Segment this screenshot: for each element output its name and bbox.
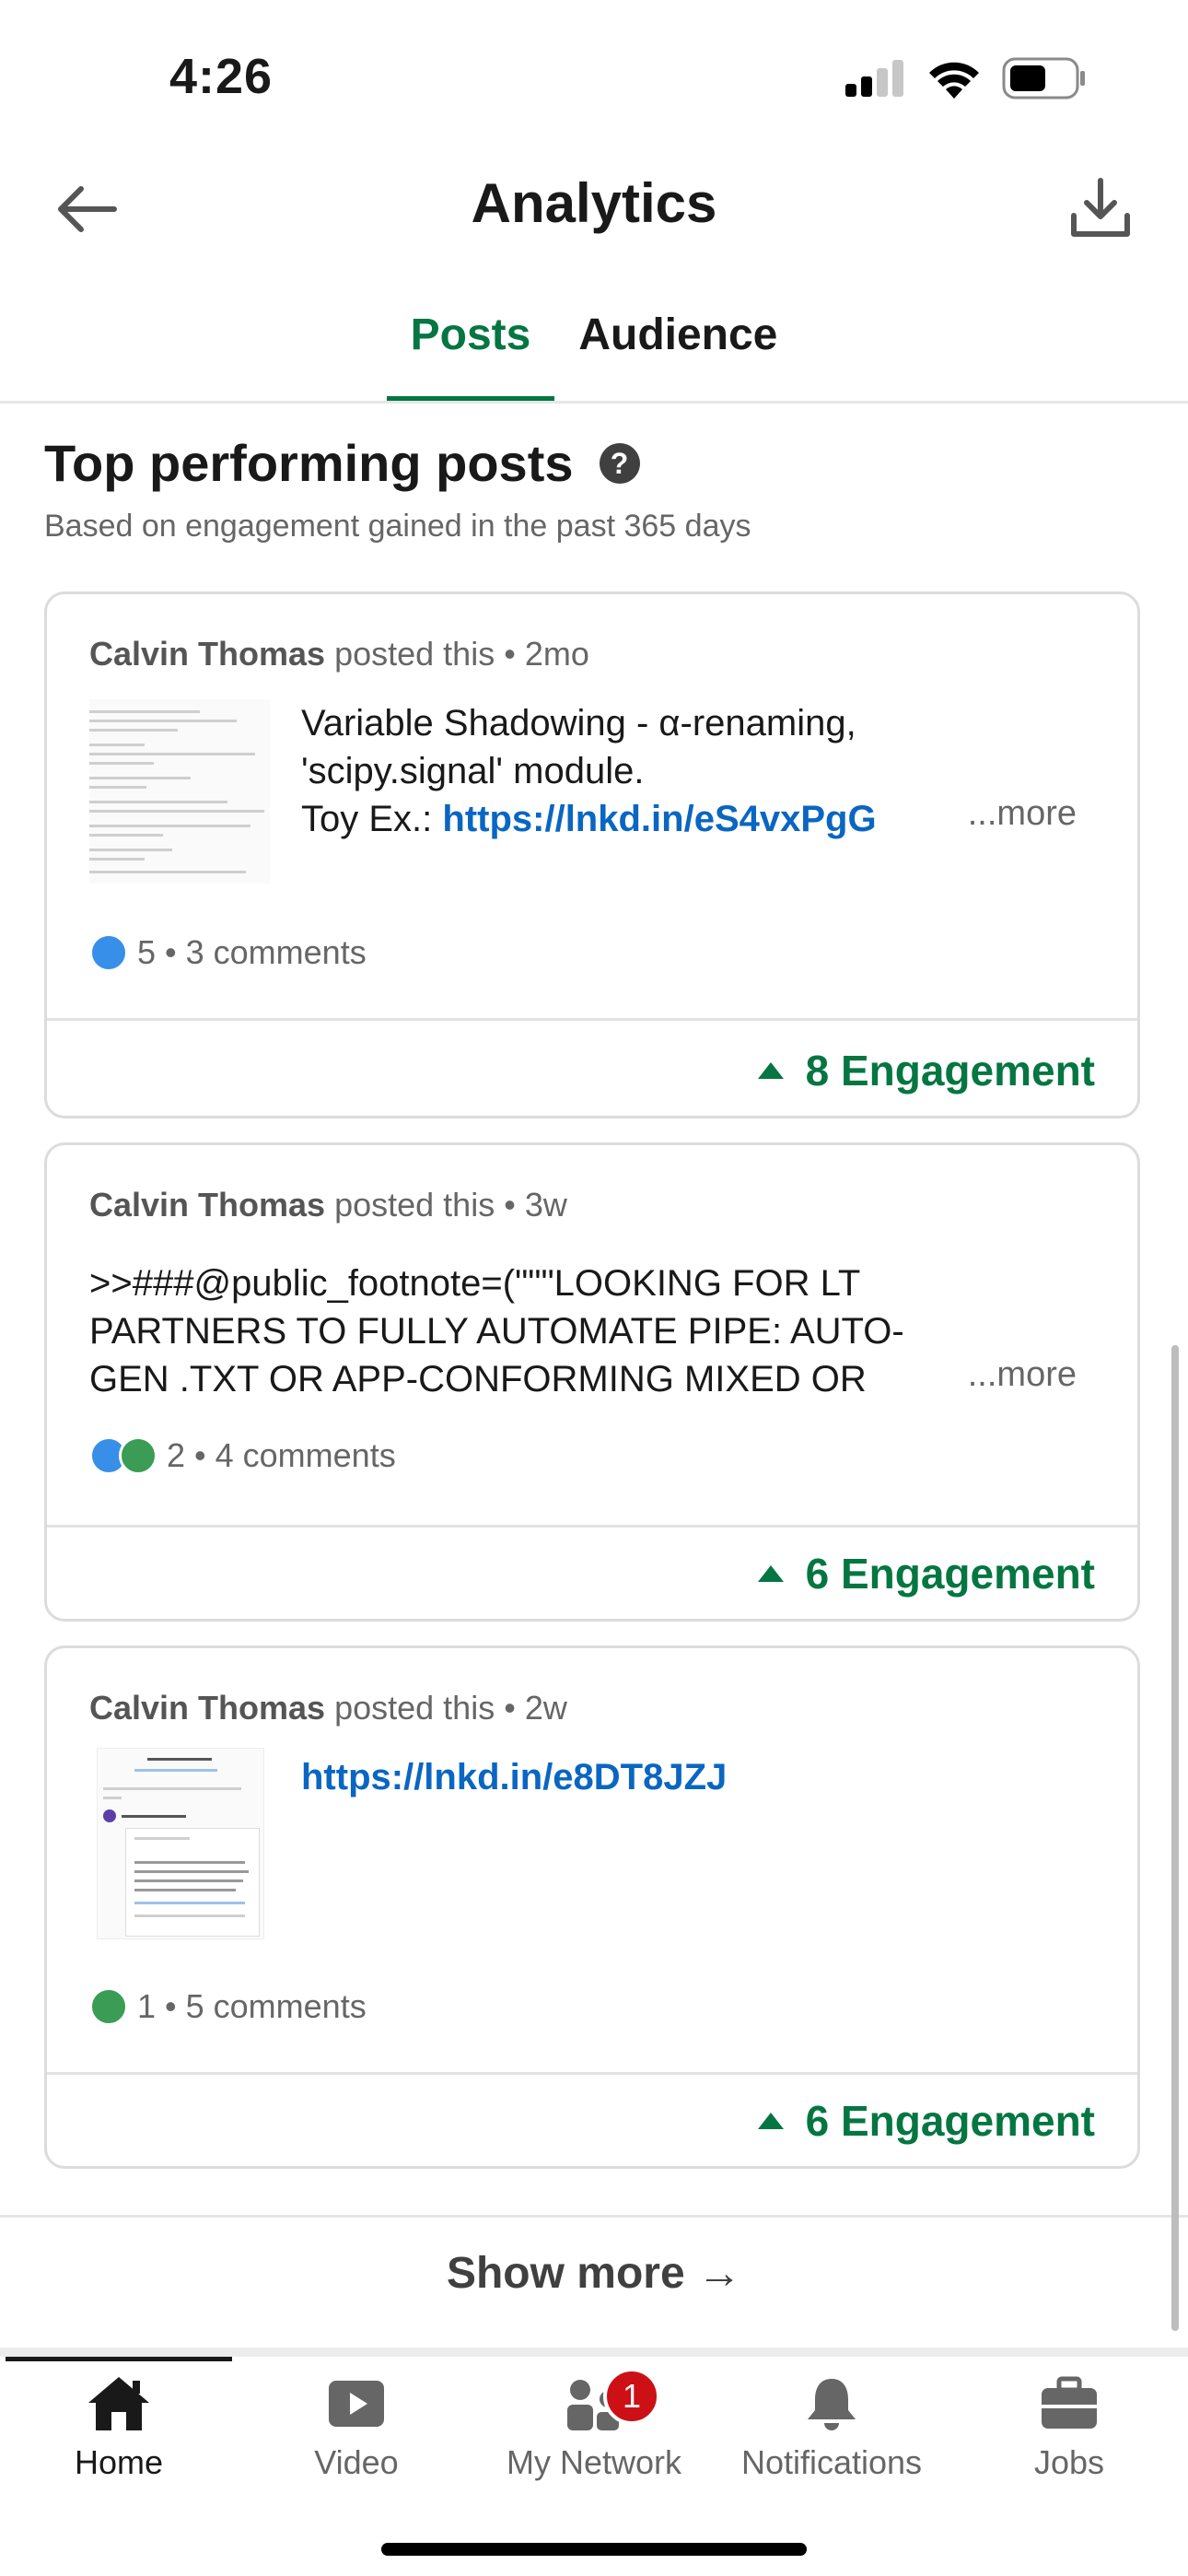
card-divider <box>47 1525 1137 1528</box>
tab-audience[interactable]: Audience <box>554 295 801 402</box>
nav-label: Notifications <box>740 2443 923 2481</box>
post-link[interactable]: https://lnkd.in/e8DT8JZJ <box>301 1753 964 1801</box>
post-text-line: Toy Ex.: https://lnkd.in/eS4vxPgG <box>301 795 964 843</box>
post-age: 3w <box>524 1186 567 1224</box>
post-age: 2w <box>524 1689 567 1727</box>
post-author[interactable]: Calvin Thomas <box>89 1186 325 1224</box>
video-icon <box>329 2381 384 2427</box>
triangle-up-icon <box>757 2113 784 2129</box>
engagement-stat[interactable]: 6 Engagement <box>757 1549 1095 1598</box>
status-icons <box>845 57 1087 100</box>
see-more-link[interactable]: ...more <box>968 1355 1077 1395</box>
post-card[interactable]: Calvin Thomas posted this • 3w >>###@pub… <box>44 1142 1140 1622</box>
download-button[interactable] <box>1066 175 1135 243</box>
post-text[interactable]: Variable Shadowing - α-renaming, 'scipy.… <box>301 699 964 843</box>
comment-count[interactable]: 5 comments <box>186 1987 367 2026</box>
post-meta: Calvin Thomas posted this • 2mo <box>89 635 589 673</box>
post-reactions[interactable]: 2 • 4 comments <box>89 1436 396 1475</box>
card-divider <box>47 2072 1137 2075</box>
tab-bar: Posts Audience <box>0 295 1188 402</box>
post-meta: Calvin Thomas posted this • 3w <box>89 1186 567 1224</box>
home-indicator[interactable] <box>381 2543 807 2556</box>
section-subtitle: Based on engagement gained in the past 3… <box>44 509 751 544</box>
post-posted-text: posted this <box>334 1186 495 1224</box>
briefcase-icon <box>1042 2376 1097 2429</box>
nav-jobs[interactable]: Jobs <box>950 2357 1188 2486</box>
reaction-count: 2 <box>167 1436 186 1474</box>
wifi-icon <box>929 62 979 99</box>
nav-label: My Network <box>506 2443 682 2481</box>
download-icon <box>1071 178 1130 237</box>
section-title-text: Top performing posts <box>44 434 574 492</box>
status-time: 4:26 <box>169 49 274 104</box>
post-reactions[interactable]: 5 • 3 comments <box>89 933 367 972</box>
nav-notifications[interactable]: Notifications <box>713 2357 950 2486</box>
tab-divider <box>0 401 1188 404</box>
engagement-stat[interactable]: 8 Engagement <box>757 1046 1095 1095</box>
comment-count[interactable]: 3 comments <box>186 933 367 972</box>
post-author[interactable]: Calvin Thomas <box>89 1689 325 1727</box>
nav-label: Video <box>314 2443 399 2481</box>
comment-count[interactable]: 4 comments <box>215 1436 396 1475</box>
nav-label: Home <box>74 2443 164 2481</box>
show-more-divider <box>0 2215 1188 2218</box>
post-reactions[interactable]: 1 • 5 comments <box>89 1987 367 2026</box>
post-posted-text: posted this <box>334 1689 495 1727</box>
nav-my-network[interactable]: 1 My Network <box>475 2357 713 2486</box>
post-text[interactable]: https://lnkd.in/e8DT8JZJ <box>301 1753 964 1801</box>
post-text-prefix: Toy Ex.: <box>301 799 443 839</box>
help-icon[interactable]: ? <box>599 442 640 484</box>
support-reaction-icon <box>119 1436 157 1475</box>
support-reaction-icon <box>89 1987 128 2026</box>
engagement-stat[interactable]: 6 Engagement <box>757 2096 1095 2146</box>
nav-home[interactable]: Home <box>0 2357 238 2486</box>
notification-badge: 1 <box>603 2368 660 2425</box>
like-reaction-icon <box>89 933 128 972</box>
triangle-up-icon <box>757 1565 784 1582</box>
engagement-label: 8 Engagement <box>805 1047 1095 1095</box>
engagement-label: 6 Engagement <box>805 1550 1095 1598</box>
triangle-up-icon <box>757 1062 784 1079</box>
card-divider <box>47 1018 1137 1021</box>
see-more-link[interactable]: ...more <box>968 794 1077 834</box>
post-author[interactable]: Calvin Thomas <box>89 635 325 673</box>
post-posted-text: posted this <box>334 635 495 673</box>
post-link[interactable]: https://lnkd.in/eS4vxPgG <box>442 799 876 839</box>
post-text-line: Variable Shadowing - α-renaming, <box>301 703 856 744</box>
post-meta: Calvin Thomas posted this • 2w <box>89 1689 567 1727</box>
nav-video[interactable]: Video <box>238 2357 475 2486</box>
post-text-line: PARTNERS TO FULLY AUTOMATE PIPE: AUTO- <box>89 1311 904 1352</box>
post-thumbnail[interactable] <box>97 1748 264 1939</box>
post-text-line: 'scipy.signal' module. <box>301 751 645 791</box>
scrollbar[interactable] <box>1171 1345 1179 2331</box>
nav-separator <box>0 2348 1188 2357</box>
section-title: Top performing posts ? <box>44 433 640 493</box>
post-text-line: >>###@public_footnote=("""LOOKING FOR LT <box>89 1263 861 1304</box>
post-card[interactable]: Calvin Thomas posted this • 2w https://l… <box>44 1645 1140 2169</box>
cellular-signal-icon <box>845 60 903 97</box>
post-text[interactable]: >>###@public_footnote=("""LOOKING FOR LT… <box>89 1259 992 1403</box>
reaction-icons <box>89 1436 157 1475</box>
post-card[interactable]: Calvin Thomas posted this • 2mo Variable… <box>44 591 1140 1118</box>
nav-label: Jobs <box>1033 2443 1105 2481</box>
reaction-count: 1 <box>137 1987 157 2025</box>
reaction-count: 5 <box>137 933 157 971</box>
tab-posts[interactable]: Posts <box>386 295 555 402</box>
bell-icon <box>808 2379 856 2430</box>
post-text-line: GEN .TXT OR APP-CONFORMING MIXED OR <box>89 1359 867 1399</box>
post-thumbnail[interactable] <box>89 699 270 884</box>
page-title: Analytics <box>471 172 717 234</box>
post-age: 2mo <box>524 635 589 673</box>
home-icon <box>88 2377 149 2430</box>
engagement-label: 6 Engagement <box>805 2097 1095 2145</box>
show-more-button[interactable]: Show more → <box>0 2248 1188 2299</box>
bottom-nav: Home Video 1 My Network Notifications Jo… <box>0 2357 1188 2486</box>
battery-icon <box>1002 57 1085 100</box>
